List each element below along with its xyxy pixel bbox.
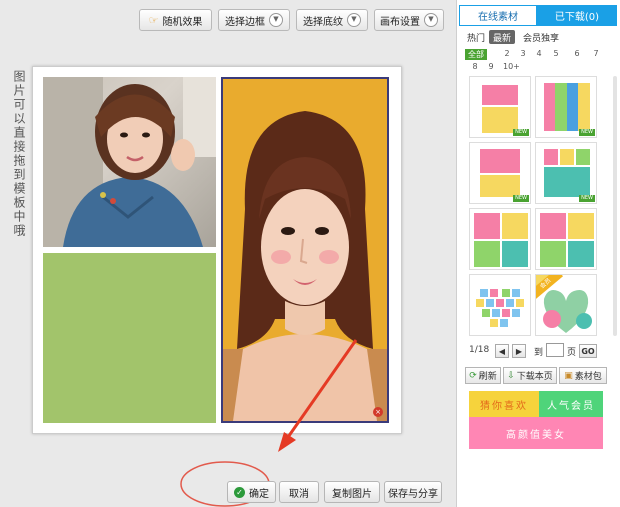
filter-num[interactable]: 2 — [501, 49, 513, 58]
copy-image-label: 复制图片 — [332, 488, 372, 500]
filter-num[interactable]: 4 — [533, 49, 545, 58]
download-icon: ⇩ — [507, 370, 515, 381]
next-page-button[interactable]: ▶ — [512, 344, 526, 358]
filter-num[interactable]: 6 — [571, 49, 583, 58]
banner-popular-vip[interactable]: 人气会员 — [539, 391, 603, 417]
filter-num[interactable]: 7 — [590, 49, 602, 58]
save-share-button[interactable]: 保存与分享 — [384, 481, 442, 503]
refresh-button[interactable]: ⟳ 刷新 — [465, 367, 501, 384]
filter-all-label: 全部 — [468, 50, 484, 59]
check-icon: ✓ — [234, 486, 245, 498]
panel-scrollbar[interactable] — [613, 76, 617, 336]
filter-num[interactable]: 9 — [485, 62, 497, 71]
template-thumb[interactable]: NEW — [535, 76, 597, 138]
tab-downloaded[interactable]: 已下载(0) — [537, 5, 617, 25]
subtab-vip-label: 会员独享 — [522, 33, 559, 44]
prev-arrow-icon: ◀ — [498, 346, 506, 356]
template-thumb-vip[interactable]: 会员 — [535, 274, 597, 336]
new-badge: NEW — [513, 195, 529, 202]
banner-guess-you-like[interactable]: 猜你喜欢 — [469, 391, 539, 417]
subtab-hot-label: 热门 — [466, 33, 485, 44]
confirm-label: 确定 — [249, 488, 269, 500]
cancel-label: 取消 — [289, 488, 309, 500]
annotation-arrow — [180, 339, 358, 507]
tab-online-material[interactable]: 在线素材 — [459, 5, 537, 25]
tab-underline — [459, 25, 617, 26]
pixel-heart-icon — [476, 289, 524, 327]
confirm-button[interactable]: ✓ 确定 — [227, 481, 276, 503]
subtab-vip[interactable]: 会员独享 — [519, 30, 563, 44]
material-pack-button[interactable]: ▣ 素材包 — [559, 367, 607, 384]
refresh-label: 刷新 — [478, 372, 497, 382]
download-page-button[interactable]: ⇩ 下载本页 — [503, 367, 557, 384]
page-input[interactable] — [546, 343, 564, 357]
subtab-latest-label: 最新 — [492, 33, 511, 44]
new-badge: NEW — [579, 129, 595, 136]
filter-num[interactable]: 3 — [517, 49, 529, 58]
template-thumb[interactable] — [469, 208, 531, 270]
material-pack-label: 素材包 — [574, 372, 602, 382]
go-button[interactable]: GO — [579, 344, 597, 358]
page-unit-label: 页 — [567, 348, 577, 358]
template-thumb[interactable] — [535, 208, 597, 270]
subtab-latest[interactable]: 最新 — [489, 30, 515, 44]
refresh-icon: ⟳ — [469, 370, 477, 381]
filter-all[interactable]: 全部 — [465, 49, 487, 60]
package-icon: ▣ — [564, 370, 573, 381]
tab-downloaded-label: 已下载(0) — [554, 11, 600, 23]
next-arrow-icon: ▶ — [515, 346, 523, 356]
banner-1-label: 猜你喜欢 — [480, 400, 528, 412]
subtab-hot[interactable]: 热门 — [465, 30, 487, 44]
tab-online-label: 在线素材 — [478, 12, 518, 23]
copy-image-button[interactable]: 复制图片 — [324, 481, 380, 503]
prev-page-button[interactable]: ◀ — [495, 344, 509, 358]
template-thumb[interactable]: NEW — [535, 142, 597, 204]
filter-num[interactable]: 8 — [469, 62, 481, 71]
save-share-label: 保存与分享 — [388, 488, 438, 500]
banner-beauty[interactable]: 高颜值美女 — [469, 417, 603, 449]
material-panel: 在线素材 已下载(0) 热门 最新 会员独享 全部 2 3 4 5 6 7 8 … — [456, 0, 620, 507]
filter-num[interactable]: 10+ — [503, 62, 520, 71]
template-thumb[interactable]: NEW — [469, 76, 531, 138]
template-thumb[interactable]: NEW — [469, 142, 531, 204]
filter-num[interactable]: 5 — [550, 49, 562, 58]
banner-3-label: 高颜值美女 — [506, 429, 566, 441]
page-indicator: 1/18 — [469, 345, 490, 355]
new-badge: NEW — [579, 195, 595, 202]
new-badge: NEW — [513, 129, 529, 136]
download-page-label: 下载本页 — [516, 372, 553, 382]
banner-2-label: 人气会员 — [547, 400, 595, 412]
template-thumb-pixel-heart[interactable] — [469, 274, 531, 336]
cancel-button[interactable]: 取消 — [279, 481, 319, 503]
goto-label: 到 — [534, 348, 544, 358]
go-label: GO — [581, 346, 595, 356]
